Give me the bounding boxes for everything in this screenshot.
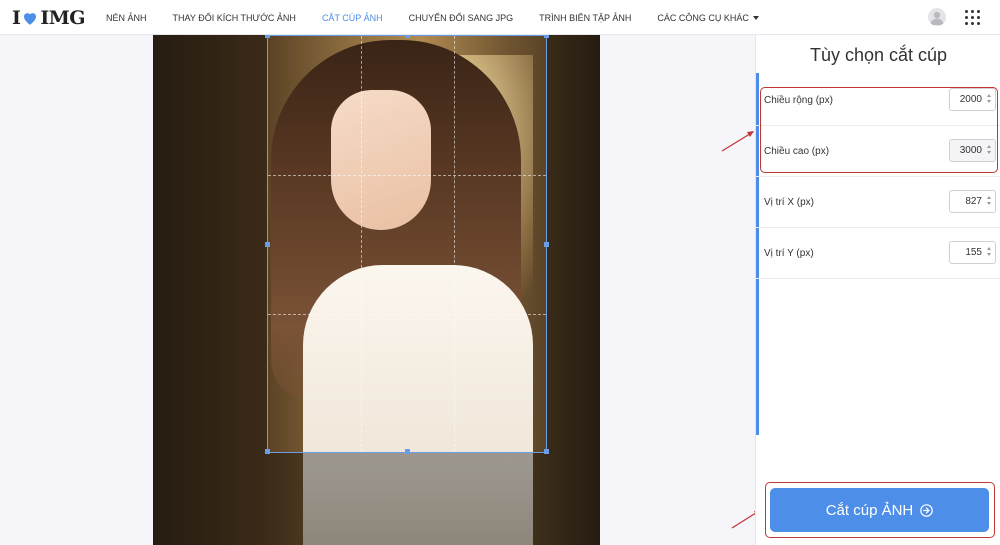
nav-convert-to-jpg[interactable]: CHUYỂN ĐỔI SANG JPG xyxy=(409,13,514,23)
crop-handle-bottom-left[interactable] xyxy=(265,449,270,454)
arrow-right-circle-icon xyxy=(920,503,934,517)
nav-photo-editor[interactable]: TRÌNH BIÊN TẬP ẢNH xyxy=(539,13,631,23)
logo-text-left: I xyxy=(12,7,21,29)
caret-down-icon xyxy=(752,16,759,21)
crop-handle-bottom-right[interactable] xyxy=(544,449,549,454)
nav-more-tools[interactable]: CÁC CÔNG CỤ KHÁC xyxy=(657,13,759,23)
option-position-y: Vị trí Y (px) 155 xyxy=(756,228,1000,279)
crop-button-label: Cắt cúp ẢNH xyxy=(825,501,914,519)
annotation-arrow-icon xyxy=(721,131,754,152)
crop-selection-box[interactable] xyxy=(265,35,549,454)
main-nav: NÉN ẢNH THAY ĐỔI KÍCH THƯỚC ẢNH CẮT CÚP … xyxy=(106,0,759,35)
logo[interactable]: I IMG xyxy=(12,7,86,29)
top-navbar: I IMG NÉN ẢNH THAY ĐỔI KÍCH THƯỚC ẢNH CẮ… xyxy=(0,0,1000,35)
crop-handle-right[interactable] xyxy=(544,242,549,247)
spinner-icon[interactable] xyxy=(987,247,992,259)
nav-compress-image[interactable]: NÉN ẢNH xyxy=(106,13,147,23)
position-x-label: Vị trí X (px) xyxy=(764,197,815,208)
crop-options-panel: Tùy chọn cắt cúp Chiều rộng (px) 2000 Ch… xyxy=(755,35,1000,545)
panel-title: Tùy chọn cắt cúp xyxy=(809,45,948,65)
position-y-label: Vị trí Y (px) xyxy=(764,248,814,259)
crop-workspace xyxy=(0,35,761,545)
nav-more-tools-label: CÁC CÔNG CỤ KHÁC xyxy=(657,12,749,23)
heart-icon xyxy=(24,13,37,25)
position-y-input[interactable]: 155 xyxy=(949,241,996,264)
crop-handle-left[interactable] xyxy=(265,242,270,247)
nav-resize-image[interactable]: THAY ĐỔI KÍCH THƯỚC ẢNH xyxy=(173,13,296,23)
crop-handle-top-left[interactable] xyxy=(265,35,270,38)
position-x-input[interactable]: 827 xyxy=(949,190,996,213)
logo-text-right: IMG xyxy=(40,7,86,29)
annotation-highlight-size xyxy=(760,87,998,173)
user-avatar-icon[interactable] xyxy=(928,8,946,26)
nav-crop-image[interactable]: CẮT CÚP ẢNH xyxy=(322,13,383,23)
crop-handle-top[interactable] xyxy=(405,35,410,38)
image-preview xyxy=(153,35,600,545)
position-x-value: 827 xyxy=(965,196,982,207)
grid-menu-icon[interactable] xyxy=(965,10,980,25)
spinner-icon[interactable] xyxy=(987,196,992,208)
crop-handle-bottom[interactable] xyxy=(405,449,410,454)
position-y-value: 155 xyxy=(965,247,982,258)
crop-handle-top-right[interactable] xyxy=(544,35,549,38)
option-position-x: Vị trí X (px) 827 xyxy=(756,177,1000,228)
crop-image-button[interactable]: Cắt cúp ẢNH xyxy=(770,488,989,532)
